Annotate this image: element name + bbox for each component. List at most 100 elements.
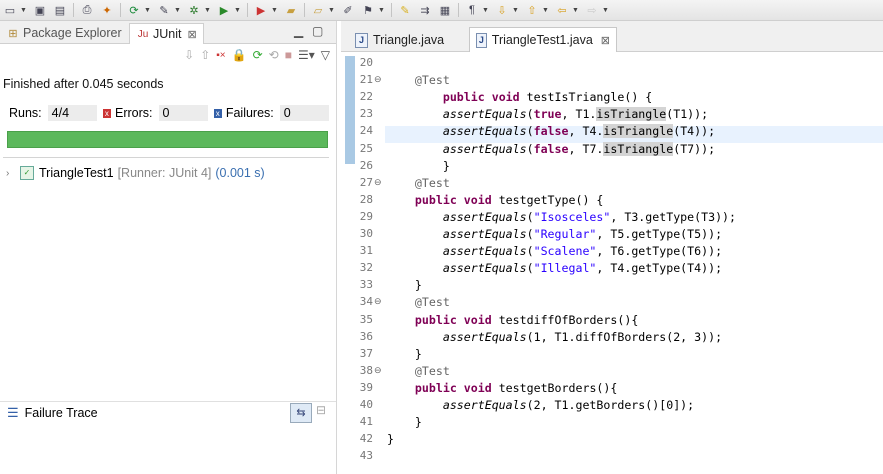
open-folder-icon[interactable]: ▰ [283,3,299,17]
line-number: 42 [359,432,373,446]
code-editor: J Triangle.java J TriangleTest1.java ⊠ 2… [341,21,883,474]
junit-view: ⊞ Package Explorer Ju JUnit ⊠ ▁ ▢ ⇩ ⇧ ▪×… [0,21,337,474]
save-all-icon[interactable]: ▤ [52,3,68,17]
dropdown-arrow-icon[interactable]: ▼ [20,7,28,14]
tab-triangle-java[interactable]: J Triangle.java [349,29,467,51]
scroll-lock-icon[interactable]: 🔒 [232,48,247,62]
fold-toggle-icon[interactable]: ⊖ [374,74,382,85]
annotation-icon[interactable]: ⚑ [360,3,376,17]
line-number: 20 [359,56,373,69]
test-suite-name: TriangleTest1 [39,166,114,180]
dropdown-arrow-icon[interactable]: ▼ [378,7,386,14]
tools-icon[interactable]: ✎ [156,3,172,17]
code-line: public void testgetBorders(){ [414,380,618,395]
test-time: (0.001 s) [215,166,265,180]
line-number: 40 [359,398,373,411]
code-line: assertEquals(1, T1.diffOfBorders(2, 3)); [442,329,723,344]
compare-results-icon[interactable]: ⊟ [316,403,326,417]
rerun-failures-icon[interactable]: ⟲ [269,48,279,62]
line-number: 27 [359,175,373,189]
next-annotation-icon[interactable]: ⇩ [494,3,510,17]
fold-toggle-icon[interactable]: ⊖ [374,365,382,376]
line-number: 24 [359,124,373,138]
test-tree-item[interactable]: › ✓ TriangleTest1 [Runner: JUnit 4] (0.0… [6,164,265,182]
paragraph-icon[interactable]: ¶ [464,3,480,17]
rerun-test-icon[interactable]: ⟳ [253,48,263,62]
debug-icon[interactable]: ✲ [186,3,202,17]
line-number: 41 [359,415,373,429]
next-failure-icon[interactable]: ⇩ [184,48,194,62]
line-number: 37 [359,346,373,360]
toggle-icon[interactable]: ⇉ [417,3,433,17]
forward-icon[interactable]: ⇨ [584,3,600,17]
line-number: 26 [359,158,373,172]
runs-value: 4/4 [47,105,97,121]
previous-failure-icon[interactable]: ⇧ [200,48,210,62]
toolbar-separator [120,3,121,17]
test-history-icon[interactable]: ☰▾ [298,48,315,62]
line-number: 34 [359,295,373,309]
code-area[interactable]: 20 21 ⊖ @Test 22 public void testIsTriangle… [341,52,883,474]
build-icon[interactable]: ✦ [99,3,115,17]
line-number: 35 [359,312,373,326]
toolbar-separator [73,3,74,17]
close-icon[interactable]: ⊠ [601,34,610,47]
failure-trace-icon: ☰ [7,405,19,420]
errors-label: Errors: [115,106,153,120]
line-number: 43 [359,449,373,463]
tab-junit[interactable]: Ju JUnit ⊠ [129,23,204,44]
open-type-icon[interactable]: ▱ [310,3,326,17]
close-icon[interactable]: ⊠ [187,28,196,41]
fold-toggle-icon[interactable]: ⊖ [374,296,382,307]
view-tab-bar: ⊞ Package Explorer Ju JUnit ⊠ ▁ ▢ [0,21,336,44]
code-line: } [387,278,422,293]
run-icon[interactable]: ▶ [216,3,232,17]
filter-stack-icon[interactable]: ⇆ [290,403,312,423]
dropdown-arrow-icon[interactable]: ▼ [482,7,490,14]
main-toolbar: ▭ ▼ ▣ ▤ ⎙ ✦ ⟳ ▼ ✎ ▼ ✲ ▼ ▶ ▼ ▶ ▼ ▰ ▱ ▼ ✐ ⚑ ▼ ✎ ⇉ ▦ ¶ ▼ ⇩ ▼ ⇧ ▼ ⇦ ▼ ⇨ ▼ [0,0,883,21]
dropdown-arrow-icon[interactable]: ▼ [271,7,279,14]
tab-triangletest1-java[interactable]: J TriangleTest1.java ⊠ [469,27,617,52]
dropdown-arrow-icon[interactable]: ▼ [234,7,242,14]
show-failures-only-icon[interactable]: ▪× [216,50,225,61]
failure-trace-header: ☰ Failure Trace ⇆ ⊟ [0,401,336,424]
fold-toggle-icon[interactable]: ⊖ [374,177,382,188]
code-line: @Test [414,295,450,310]
dropdown-arrow-icon[interactable]: ▼ [144,7,152,14]
dropdown-arrow-icon[interactable]: ▼ [572,7,580,14]
line-number: 23 [359,107,373,121]
view-menu-icon[interactable]: ▽ [321,48,330,62]
tab-label: JUnit [153,27,182,41]
maximize-icon[interactable]: ▢ [312,24,323,38]
dropdown-arrow-icon[interactable]: ▼ [328,7,336,14]
prev-annotation-icon[interactable]: ⇧ [524,3,540,17]
minimize-icon[interactable]: ▁ [294,24,303,38]
block-icon[interactable]: ▦ [437,3,453,17]
code-line: } [387,432,394,447]
toolbar-separator [391,3,392,17]
toolbar-separator [458,3,459,17]
line-number: 39 [359,380,373,394]
line-number: 25 [359,141,373,155]
back-icon[interactable]: ⇦ [554,3,570,17]
code-line: public void testIsTriangle() { [442,90,653,105]
stop-icon[interactable]: ■ [285,48,292,62]
dropdown-arrow-icon[interactable]: ▼ [512,7,520,14]
dropdown-arrow-icon[interactable]: ▼ [204,7,212,14]
tab-package-explorer[interactable]: ⊞ Package Explorer [6,24,121,42]
save-icon[interactable]: ▣ [32,3,48,17]
highlight-icon[interactable]: ✎ [397,3,413,17]
dropdown-arrow-icon[interactable]: ▼ [542,7,550,14]
run-status-text: Finished after 0.045 seconds [3,77,164,91]
dropdown-arrow-icon[interactable]: ▼ [602,7,610,14]
print-icon[interactable]: ⎙ [79,3,95,17]
chevron-right-icon[interactable]: › [6,168,20,179]
external-tools-icon[interactable]: ▶ [253,3,269,17]
dropdown-arrow-icon[interactable]: ▼ [174,7,182,14]
line-number: 31 [359,244,373,258]
refresh-icon[interactable]: ⟳ [126,3,142,17]
test-counters: Runs: 4/4 x Errors: 0 x Failures: 0 [3,104,329,122]
code-line: assertEquals("Scalene", T6.getType(T6)); [442,244,723,259]
new-icon[interactable]: ▭ [2,3,18,17]
pen-icon[interactable]: ✐ [340,3,356,17]
